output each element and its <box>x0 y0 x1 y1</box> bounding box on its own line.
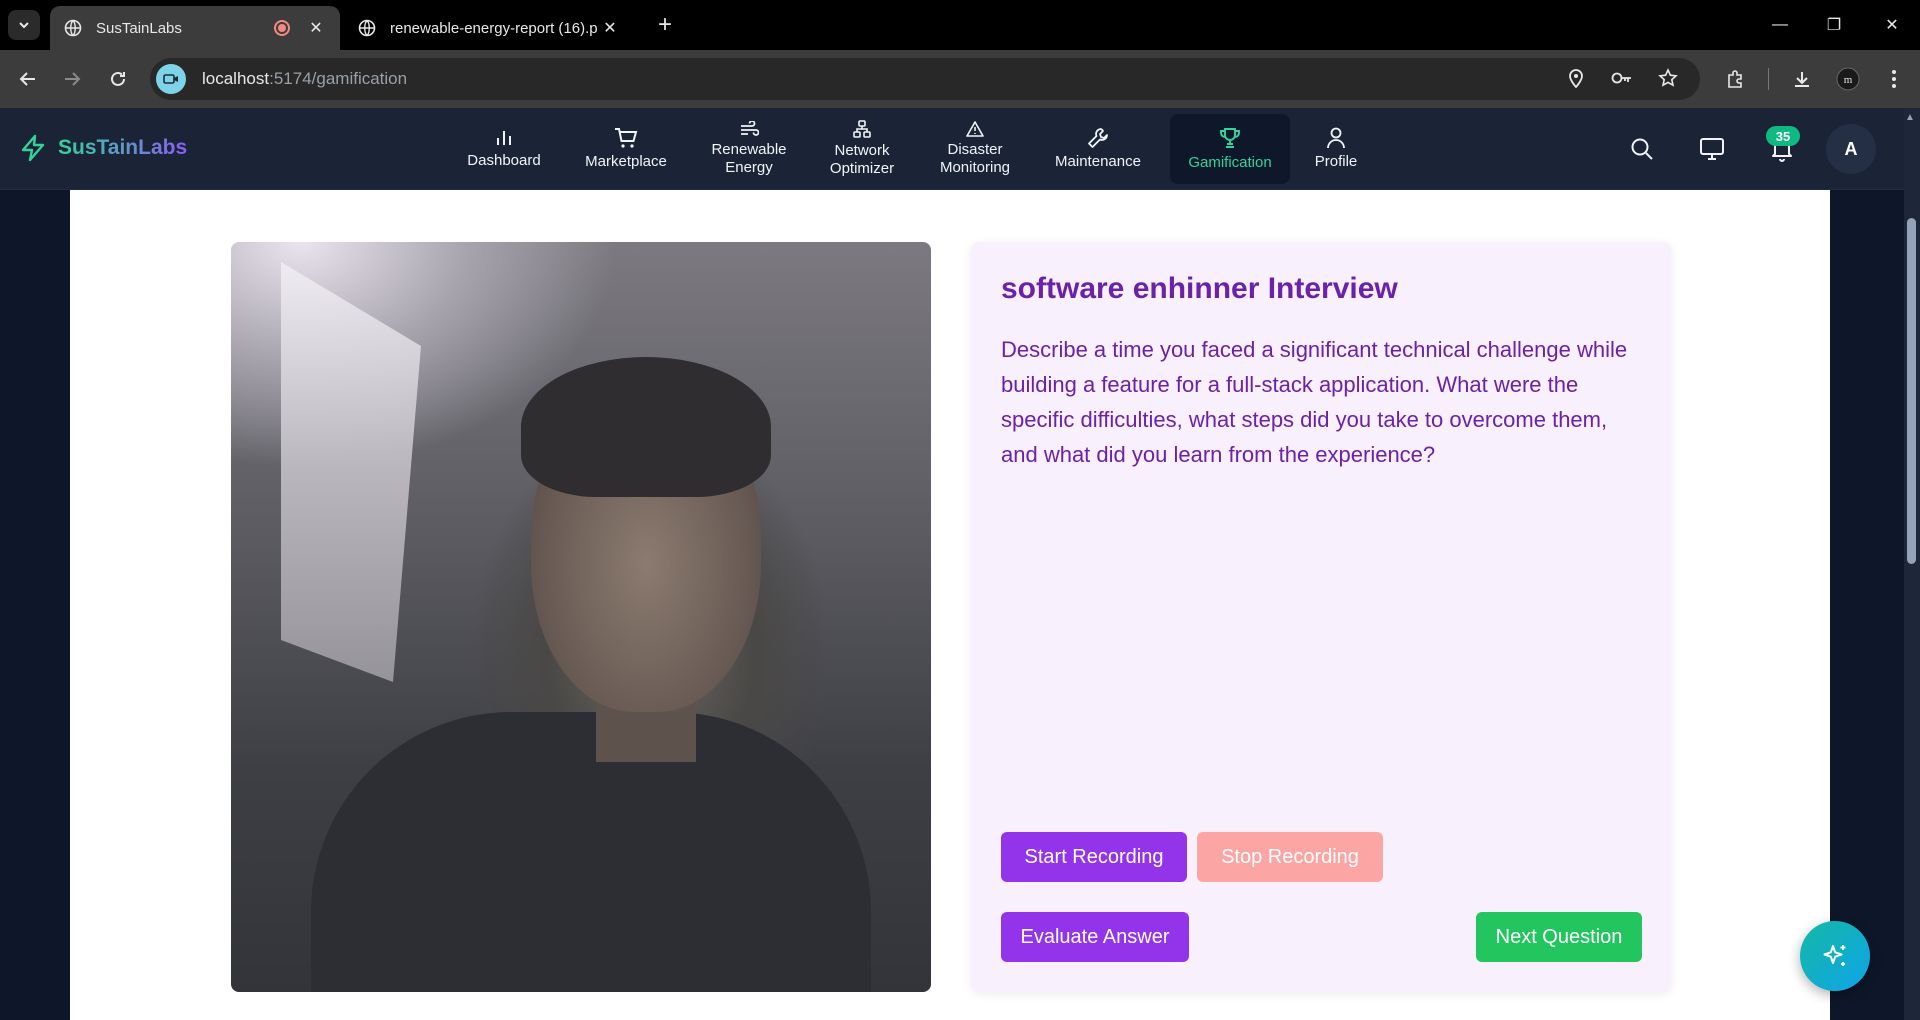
video-background-light <box>281 262 421 682</box>
chevron-down-icon <box>19 22 29 29</box>
evaluate-answer-button[interactable]: Evaluate Answer <box>1001 912 1189 962</box>
browser-tabstrip: SusTainLabs ✕ renewable-energy-report (1… <box>0 0 1920 50</box>
globe-icon <box>64 19 82 37</box>
bar-chart-icon <box>497 131 511 145</box>
interview-question-card: software enhinner Interview Describe a t… <box>971 242 1671 992</box>
puzzle-icon <box>1728 70 1742 88</box>
nav-label: Gamification <box>1188 154 1272 171</box>
wind-icon <box>741 121 759 136</box>
download-icon <box>1795 72 1809 87</box>
nav-dashboard[interactable]: Dashboard <box>452 114 556 184</box>
tab-title: SusTainLabs <box>96 19 182 37</box>
nav-label: Dashboard <box>467 152 541 169</box>
extensions-button[interactable] <box>1720 63 1752 95</box>
nav-marketplace[interactable]: Marketplace <box>568 114 684 184</box>
search-icon <box>1631 138 1653 160</box>
url-host: localhost <box>202 69 270 88</box>
user-avatar[interactable]: A <box>1826 124 1876 174</box>
nav-disaster-monitoring[interactable]: Disaster Monitoring <box>922 114 1028 184</box>
video-person-body <box>311 712 871 992</box>
profile-extension-button[interactable]: m <box>1832 63 1864 95</box>
monitor-icon <box>1700 138 1724 160</box>
sparkles-icon <box>1823 945 1846 966</box>
url-text: localhost:5174/gamification <box>202 69 407 89</box>
interview-question: Describe a time you faced a significant … <box>1001 337 1628 467</box>
brand-logo[interactable]: SusTainLabs <box>20 134 187 162</box>
tab-title: renewable-energy-report (16).p <box>390 19 598 37</box>
nav-label: Maintenance <box>1055 153 1141 170</box>
start-recording-button[interactable]: Start Recording <box>1001 832 1187 882</box>
video-person-hair <box>521 357 771 497</box>
close-tab-icon[interactable]: ✕ <box>600 18 620 38</box>
downloads-button[interactable] <box>1786 63 1818 95</box>
browser-tab-report[interactable]: renewable-energy-report (16).p ✕ <box>344 6 634 50</box>
cart-icon <box>615 128 638 148</box>
display-button[interactable] <box>1695 132 1729 166</box>
new-tab-button[interactable]: + <box>650 10 680 40</box>
ai-assistant-button[interactable] <box>1800 921 1870 991</box>
star-icon[interactable] <box>1656 66 1680 90</box>
trophy-icon <box>1220 128 1240 148</box>
nav-label: Network Optimizer <box>829 142 895 177</box>
warning-icon <box>966 121 984 137</box>
restore-button[interactable]: ❐ <box>1806 0 1862 50</box>
webcam-video <box>231 242 931 992</box>
search-button[interactable] <box>1625 132 1659 166</box>
address-bar[interactable]: localhost:5174/gamification <box>150 58 1700 100</box>
wrench-icon <box>1088 128 1108 148</box>
svg-text:m: m <box>1844 74 1853 86</box>
camera-icon[interactable] <box>156 64 186 94</box>
stop-recording-button[interactable]: Stop Recording <box>1197 832 1383 882</box>
close-window-button[interactable]: ✕ <box>1864 0 1920 50</box>
profile-extension-icon: m <box>1836 67 1860 91</box>
globe-icon <box>358 19 376 37</box>
brand-name: SusTainLabs <box>58 136 188 159</box>
forward-button[interactable] <box>56 63 88 95</box>
reload-button[interactable] <box>102 63 134 95</box>
location-icon[interactable] <box>1564 66 1588 90</box>
nav-network-optimizer[interactable]: Network Optimizer <box>814 114 910 184</box>
nav-label: Disaster Monitoring <box>939 141 1011 176</box>
nav-profile[interactable]: Profile <box>1302 114 1370 184</box>
app-navbar: SusTainLabs Dashboard Marketplace Renewa… <box>0 108 1904 190</box>
nav-maintenance[interactable]: Maintenance <box>1040 114 1156 184</box>
recording-indicator-icon <box>274 20 290 36</box>
scrollbar-thumb[interactable] <box>1907 218 1916 564</box>
lightning-icon <box>21 134 45 162</box>
interview-title: software enhinner Interview <box>1001 272 1398 305</box>
back-button[interactable] <box>12 63 44 95</box>
notification-count-badge: 35 <box>1766 126 1800 146</box>
url-path: :5174/gamification <box>269 69 408 88</box>
arrow-right-icon <box>65 72 81 86</box>
nav-label: Marketplace <box>585 153 667 170</box>
browser-menu-button[interactable] <box>1878 63 1910 95</box>
nav-gamification[interactable]: Gamification <box>1170 114 1290 184</box>
minimize-button[interactable]: — <box>1752 0 1808 50</box>
reload-icon <box>111 71 125 86</box>
more-vertical-icon <box>1892 70 1896 88</box>
arrow-left-icon <box>19 72 35 86</box>
scroll-up-arrow-icon[interactable]: ▲ <box>1905 112 1915 123</box>
nav-label: Renewable Energy <box>711 141 787 176</box>
close-tab-icon[interactable]: ✕ <box>306 18 326 38</box>
toolbar-separator <box>1768 68 1769 90</box>
user-icon <box>1327 127 1345 149</box>
network-icon <box>853 120 871 138</box>
browser-toolbar: localhost:5174/gamification m <box>0 50 1920 108</box>
next-question-button[interactable]: Next Question <box>1476 912 1642 962</box>
nav-label: Profile <box>1314 153 1358 170</box>
browser-tab-sustainlabs[interactable]: SusTainLabs ✕ <box>50 6 340 50</box>
key-icon[interactable] <box>1610 66 1634 90</box>
tab-search-button[interactable] <box>8 10 40 40</box>
nav-renewable-energy[interactable]: Renewable Energy <box>696 114 802 184</box>
